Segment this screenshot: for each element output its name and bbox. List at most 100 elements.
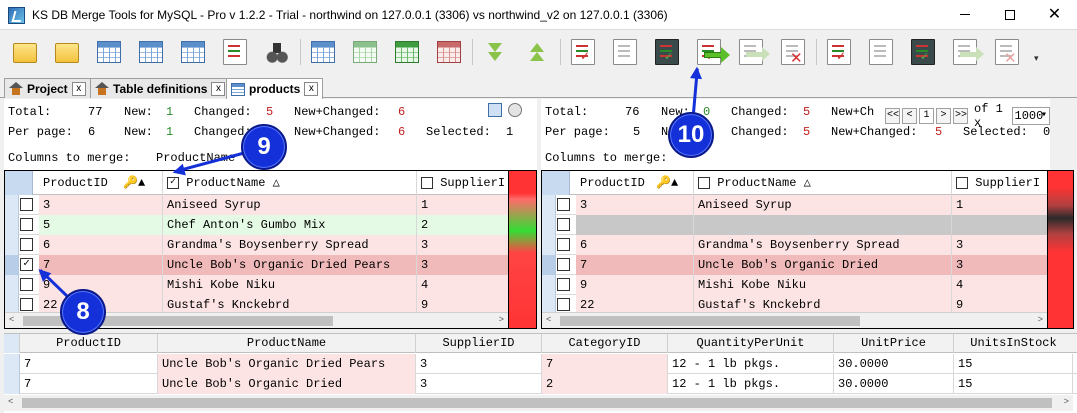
cell-unitsinstock[interactable]: 15 xyxy=(954,354,1073,374)
table-row[interactable] xyxy=(542,215,1047,235)
cell-productname[interactable]: Grandma's Boysenberry Spread xyxy=(163,235,417,255)
scroll-left-arrow[interactable]: < xyxy=(546,315,551,325)
show-all-button[interactable] xyxy=(306,35,340,69)
row-checkbox[interactable] xyxy=(20,198,33,211)
select-query-button[interactable] xyxy=(134,35,168,69)
export-excel-button[interactable] xyxy=(218,35,252,69)
cell-productid[interactable]: 9 xyxy=(576,275,694,295)
cell-productid[interactable] xyxy=(576,215,694,235)
scroll-right-arrow[interactable]: > xyxy=(1038,315,1043,325)
cell-productname[interactable]: Uncle Bob's Organic Dried Pears xyxy=(163,255,417,275)
cell-supplierid[interactable]: 3 xyxy=(952,255,1047,275)
cell-productid[interactable]: 7 xyxy=(39,255,163,275)
cell-productname[interactable]: Uncle Bob's Organic Dried xyxy=(694,255,952,275)
row-header[interactable] xyxy=(5,275,19,295)
scroll-left-arrow[interactable]: < xyxy=(9,315,14,325)
check-dark-right-button[interactable] xyxy=(906,35,940,69)
maximize-button[interactable] xyxy=(987,0,1032,30)
column-header-productname[interactable]: ProductName △ xyxy=(694,171,952,195)
merge-disabled-button[interactable] xyxy=(734,35,770,69)
row-header[interactable] xyxy=(542,195,556,215)
scroll-left-arrow[interactable]: < xyxy=(8,397,13,407)
column-header-supplierid[interactable]: SupplierI xyxy=(417,171,508,195)
table-row[interactable]: 5 Chef Anton's Gumbo Mix 2 xyxy=(5,215,508,235)
uncheck-all-left-button[interactable] xyxy=(608,35,642,69)
minimize-button[interactable] xyxy=(942,0,987,30)
cell-supplierid[interactable]: 3 xyxy=(416,354,542,374)
right-horizontal-scrollbar[interactable]: < > xyxy=(542,312,1047,328)
tab-close-button[interactable]: x xyxy=(304,82,319,96)
table-list-button[interactable] xyxy=(92,35,126,69)
scroll-right-arrow[interactable]: > xyxy=(499,315,504,325)
row-header[interactable] xyxy=(542,275,556,295)
row-checkbox[interactable] xyxy=(557,238,570,251)
row-checkbox[interactable] xyxy=(557,258,570,271)
row-header[interactable] xyxy=(542,235,556,255)
table-row[interactable]: 6 Grandma's Boysenberry Spread 3 xyxy=(5,235,508,255)
row-header[interactable] xyxy=(5,235,19,255)
table-row[interactable]: 7 Uncle Bob's Organic Dried 3 xyxy=(542,255,1047,275)
column-header-productid[interactable]: ProductID 🔑▲ xyxy=(39,171,163,195)
row-checkbox[interactable] xyxy=(20,278,33,291)
detail-row[interactable]: 7 Uncle Bob's Organic Dried Pears 3 7 12 - 1… xyxy=(4,354,1077,374)
cell-supplierid[interactable]: 3 xyxy=(417,235,508,255)
table-row[interactable]: 3 Aniseed Syrup 1 xyxy=(5,195,508,215)
column-header-productname[interactable]: ProductName xyxy=(158,334,416,353)
cell-productname[interactable]: Uncle Bob's Organic Dried xyxy=(158,374,416,394)
table-row[interactable]: 3 Aniseed Syrup 1 xyxy=(542,195,1047,215)
left-diff-map[interactable] xyxy=(509,170,537,329)
show-new-light-button[interactable] xyxy=(348,35,382,69)
column-checkbox[interactable] xyxy=(421,176,433,189)
cell-quantityperunit[interactable]: 12 - 1 lb pkgs. xyxy=(668,354,834,374)
table-row[interactable]: 6 Grandma's Boysenberry Spread 3 xyxy=(542,235,1047,255)
tab-project[interactable]: Project x xyxy=(4,78,91,98)
row-header[interactable] xyxy=(542,255,556,275)
check-all-left-button[interactable] xyxy=(566,35,600,69)
prev-page-button[interactable]: < xyxy=(902,108,917,124)
cell-productid[interactable]: 7 xyxy=(20,354,158,374)
row-checkbox[interactable]: ✓ xyxy=(20,258,33,271)
cell-supplierid[interactable]: 3 xyxy=(416,374,542,394)
delete-rows-button[interactable]: ✕ xyxy=(776,35,810,69)
cell-productid[interactable]: 5 xyxy=(39,215,163,235)
cell-unitprice[interactable]: 30.0000 xyxy=(834,374,954,394)
row-checkbox[interactable] xyxy=(20,298,33,311)
table-row[interactable]: 9 Mishi Kobe Niku 4 xyxy=(542,275,1047,295)
table-row[interactable]: ✓ 7 Uncle Bob's Organic Dried Pears 3 xyxy=(5,255,508,275)
cell-productid[interactable]: 3 xyxy=(576,195,694,215)
merge-to-right-button[interactable] xyxy=(692,35,730,69)
open-project-button[interactable] xyxy=(50,35,84,69)
find-button[interactable] xyxy=(260,35,294,69)
toolbar-overflow-icon[interactable]: ▾ xyxy=(1034,53,1039,64)
cell-supplierid[interactable]: 3 xyxy=(952,235,1047,255)
tab-products[interactable]: products x xyxy=(226,78,324,99)
scroll-thumb[interactable] xyxy=(22,398,1052,408)
scroll-thumb[interactable] xyxy=(560,316,860,326)
column-header-productid[interactable]: ProductID xyxy=(20,334,158,353)
cell-supplierid[interactable] xyxy=(952,215,1047,235)
cell-supplierid[interactable]: 3 xyxy=(417,255,508,275)
cell-productid[interactable]: 6 xyxy=(39,235,163,255)
detail-horizontal-scrollbar[interactable]: < > xyxy=(4,395,1073,411)
cell-supplierid[interactable]: 4 xyxy=(952,275,1047,295)
cell-productid[interactable]: 6 xyxy=(576,235,694,255)
column-header-quantityperunit[interactable]: QuantityPerUnit xyxy=(668,334,834,353)
settings-button[interactable] xyxy=(176,35,210,69)
column-checkbox[interactable] xyxy=(698,176,710,189)
row-header[interactable] xyxy=(5,195,19,215)
column-header-unitsinstock[interactable]: UnitsInStock xyxy=(954,334,1073,353)
column-checkbox[interactable] xyxy=(956,176,968,189)
cell-supplierid[interactable]: 1 xyxy=(417,195,508,215)
scroll-right-arrow[interactable]: > xyxy=(1064,397,1069,407)
delete-right-button[interactable]: ✕ xyxy=(990,35,1024,69)
row-checkbox[interactable] xyxy=(557,278,570,291)
new-project-button[interactable] xyxy=(8,35,42,69)
cell-productname[interactable]: Aniseed Syrup xyxy=(163,195,417,215)
row-header[interactable] xyxy=(5,255,19,275)
detail-row[interactable]: 7 Uncle Bob's Organic Dried 3 2 12 - 1 lb pk… xyxy=(4,374,1077,394)
cell-productname[interactable] xyxy=(694,215,952,235)
cell-supplierid[interactable]: 1 xyxy=(952,195,1047,215)
row-checkbox[interactable] xyxy=(557,198,570,211)
cell-productid[interactable]: 7 xyxy=(576,255,694,275)
cell-categoryid[interactable]: 2 xyxy=(542,374,668,394)
